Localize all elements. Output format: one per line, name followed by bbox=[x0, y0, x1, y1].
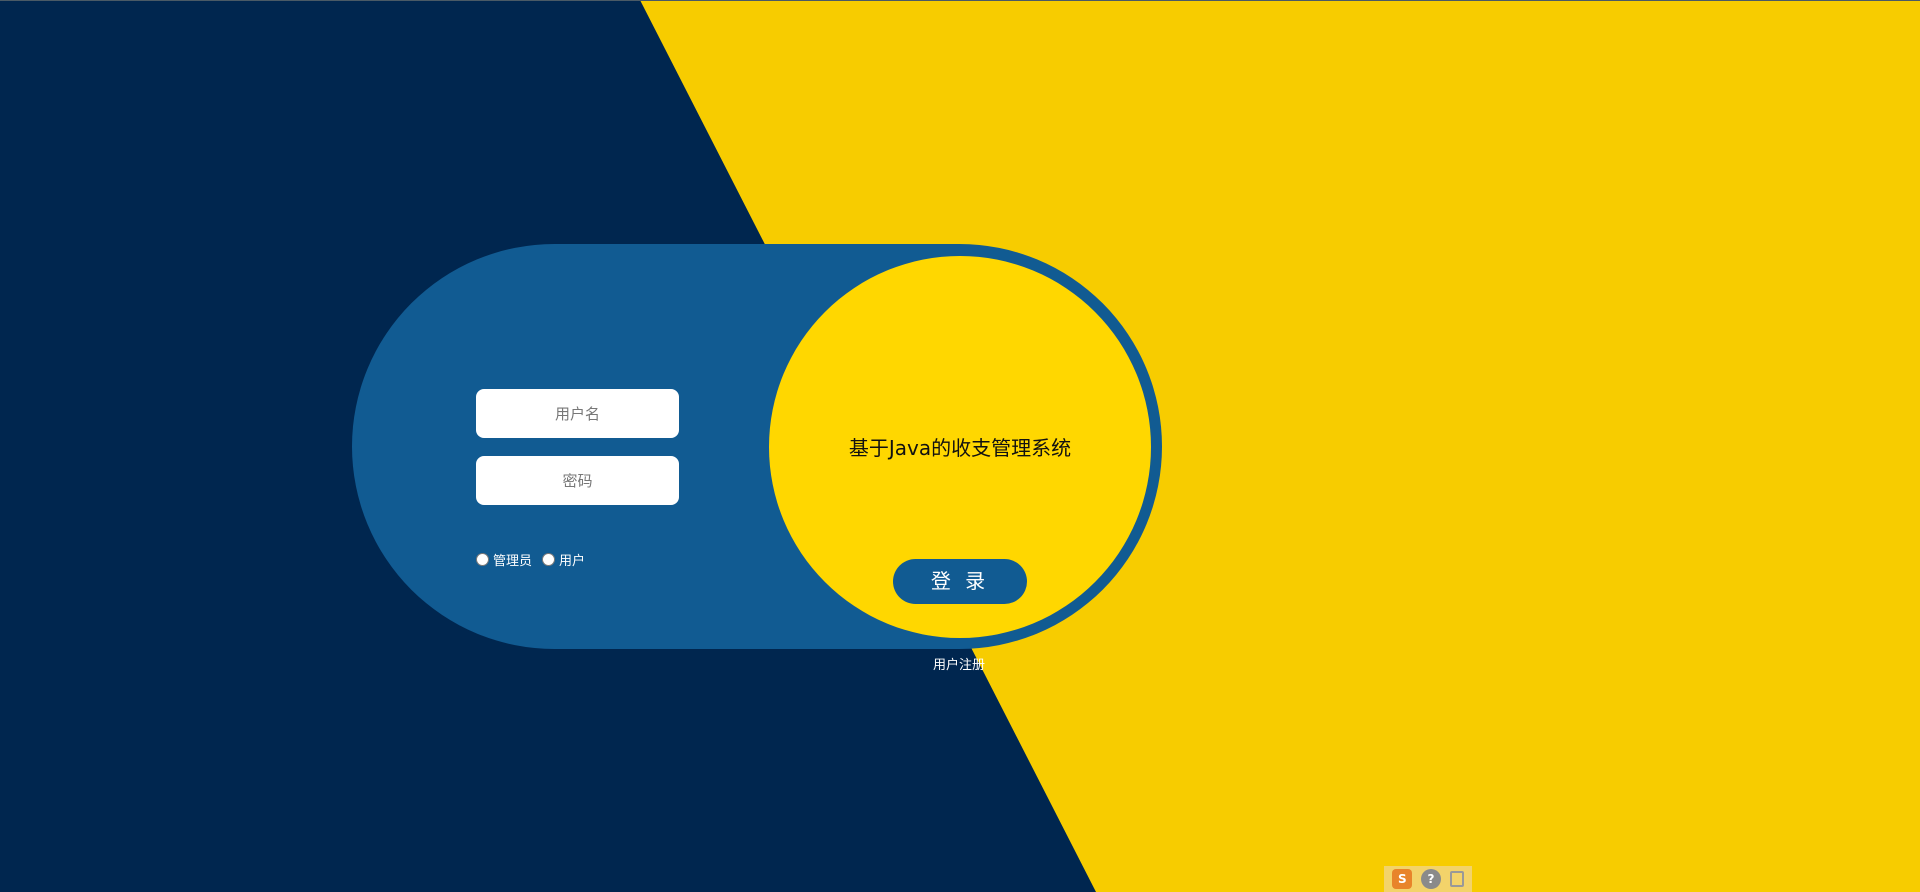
role-option-user[interactable]: 用户 bbox=[542, 550, 585, 569]
role-radio-admin[interactable] bbox=[476, 553, 489, 566]
role-label-user: 用户 bbox=[559, 554, 586, 569]
role-label-admin: 管理员 bbox=[493, 554, 533, 569]
top-border-line bbox=[0, 0, 1920, 1]
expand-icon[interactable] bbox=[1449, 871, 1464, 887]
login-button[interactable]: 登 录 bbox=[893, 559, 1027, 604]
floating-toolbar: S ? bbox=[1384, 866, 1472, 892]
login-page: 管理员 用户 基于Java的收支管理系统 登 录 用户注册 S ? bbox=[0, 0, 1920, 892]
role-radio-user[interactable] bbox=[542, 553, 556, 566]
role-radio-group: 管理员 用户 bbox=[476, 550, 595, 569]
help-icon[interactable]: ? bbox=[1420, 869, 1441, 889]
system-title: 基于Java的收支管理系统 bbox=[848, 436, 1072, 460]
register-link[interactable]: 用户注册 bbox=[909, 654, 1009, 673]
logo-icon[interactable]: S bbox=[1392, 869, 1413, 889]
password-input[interactable] bbox=[476, 456, 679, 505]
username-input[interactable] bbox=[476, 389, 679, 438]
role-option-admin[interactable]: 管理员 bbox=[476, 550, 532, 569]
